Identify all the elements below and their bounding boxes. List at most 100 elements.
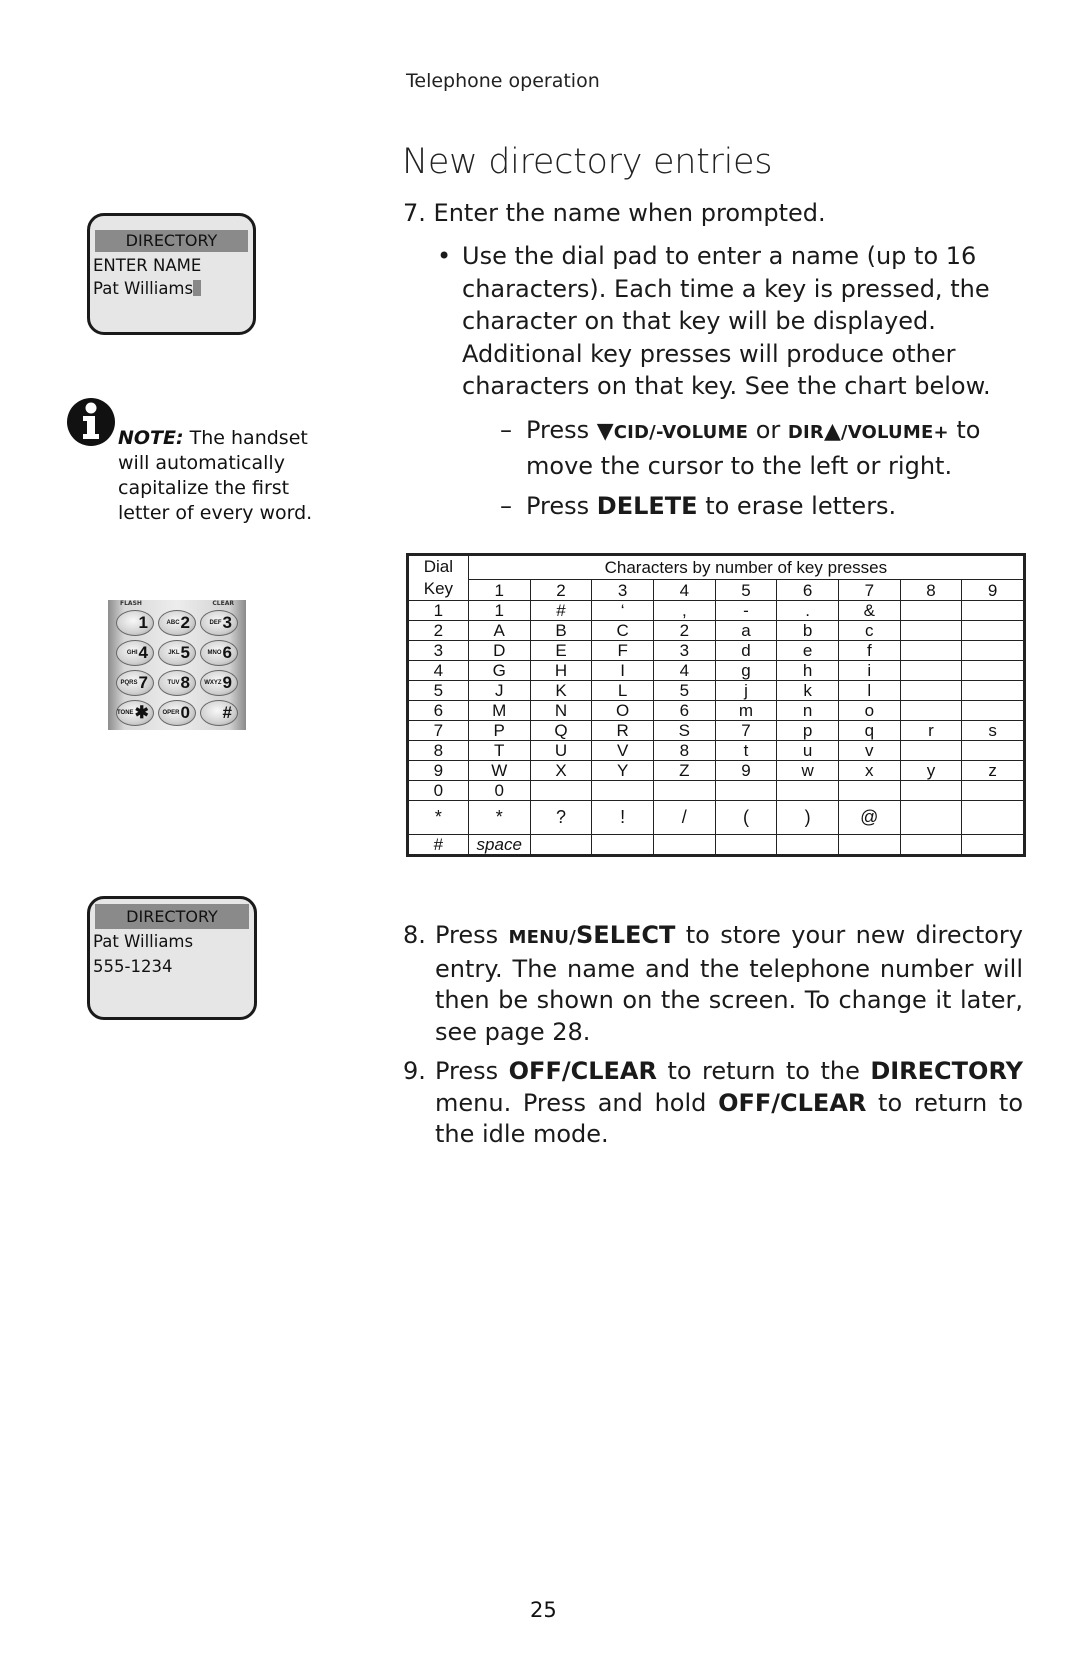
character-cell [529,780,593,801]
off-clear-key: OFF/CLEAR [508,1057,657,1085]
dial-key-cell: 3 [407,640,469,661]
step-9-mid2: menu. Press and hold [435,1088,719,1117]
character-cell: y [899,760,963,781]
delete-key: DELETE [596,492,698,520]
dial-key-cell: 8 [407,740,469,761]
character-cell: J [467,680,531,701]
character-cell: B [529,620,593,641]
key-letters: GHI [126,650,138,657]
dial-header-line2: Key [423,579,454,598]
dial-key-cell: 4 [407,660,469,681]
character-chart-table: Dial Key Characters by number of key pres… [406,553,1026,857]
keypad-key: DEF3 [200,610,238,636]
up-arrow-icon: ▲ [824,419,841,444]
character-cell [714,780,778,801]
character-cell: b [776,620,839,641]
keypad-key: PQRS7 [116,670,154,696]
character-cell [591,780,654,801]
lcd-number-line: 555-1234 [93,957,173,976]
down-arrow-icon: ▼ [596,419,614,444]
character-cell: C [591,620,654,641]
character-cell: w [776,760,839,781]
character-cell: I [591,660,654,681]
character-cell: . [776,600,839,621]
dial-key-cell: * [407,800,469,835]
press-text: Press [526,492,597,520]
character-cell: ) [776,800,839,835]
key-digit: ✱ [134,703,149,722]
running-head: Telephone operation [406,70,600,92]
keypad-key: MNO6 [200,640,238,666]
character-cell: # [529,600,593,621]
note-label: NOTE: [118,427,184,449]
character-cell: a [714,620,778,641]
character-cell: 2 [652,620,716,641]
character-cell: 3 [652,640,716,661]
character-cell: W [467,760,531,781]
key-letters: OPER [162,710,180,717]
table-row: 1 1 # ‘, -. & [407,600,1025,621]
key-letters: ABC [166,620,180,627]
character-cell [652,834,716,856]
keypad-key: OPER0 [158,700,196,726]
key-digit: 6 [222,643,232,662]
dial-key-cell: 1 [407,600,469,621]
character-cell [961,660,1025,681]
keypad-key: ABC2 [158,610,196,636]
character-cell: x [837,760,901,781]
character-cell [776,780,839,801]
step-7: 7. Enter the name when prompted. [403,197,826,230]
dial-key-cell: # [407,834,469,856]
table-row: 4GHI4ghi [407,660,1025,681]
character-cell [961,700,1025,721]
press-text: Press [435,921,509,949]
text-cursor-icon [193,280,202,296]
character-cell: p [776,720,839,741]
dir-key: DIR [787,422,824,443]
table-row: * *?! /() @ [407,800,1025,835]
table-row: 2ABC2abc [407,620,1025,641]
character-cell: k [776,680,839,701]
step-7-number: 7. [403,199,426,227]
character-cell [961,620,1025,641]
character-cell [961,600,1025,621]
key-letters: PQRS [120,680,138,687]
press-count-header: 5 [714,579,778,601]
dial-key-cell: 0 [407,780,469,801]
character-cell: d [714,640,778,661]
dash-icon: – [500,492,512,520]
key-letters: TUV [167,680,180,687]
keypad-key: TUV8 [158,670,196,696]
character-cell: S [652,720,716,741]
character-cell: c [837,620,901,641]
press-count-header: 6 [776,579,839,601]
bullet-text: Use the dial pad to enter a name (up to … [462,242,991,400]
character-cell: ( [714,800,778,835]
press-count-header: 9 [961,579,1025,601]
character-cell [837,780,901,801]
character-cell: Y [591,760,654,781]
presses-group-header: Characters by number of key presses [467,553,1026,581]
character-cell: n [776,700,839,721]
keypad-key: GHI4 [116,640,154,666]
cid-volume-key: CID/-VOLUME [613,422,749,443]
lcd-name-text: Pat Williams [93,279,194,298]
table-row: 6MNO6mno [407,700,1025,721]
press-count-header: 1 [467,579,531,601]
character-cell [899,740,963,761]
character-cell: M [467,700,531,721]
character-cell [529,834,593,856]
character-cell: 7 [714,720,778,741]
character-cell: z [961,760,1025,781]
or-text: or [748,416,788,444]
off-clear-key: OFF/CLEAR [718,1088,867,1117]
dial-header-line1: Dial [423,557,454,576]
key-digit: 9 [222,673,232,692]
character-cell: K [529,680,593,701]
lcd-header: DIRECTORY [95,230,248,252]
step-9-number: 9. [403,1057,426,1085]
info-icon [66,397,116,447]
character-cell: ! [591,800,654,835]
character-cell: R [591,720,654,741]
dial-key-cell: 2 [407,620,469,641]
